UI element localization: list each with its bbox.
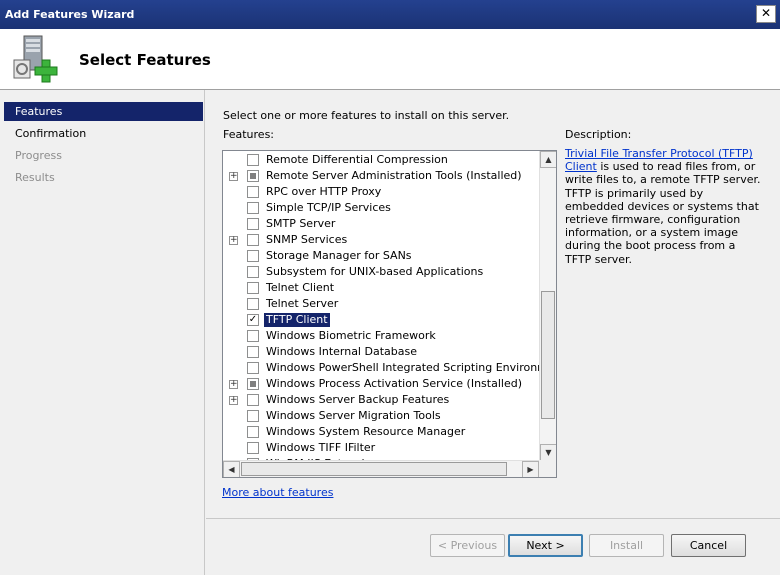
feature-label: RPC over HTTP Proxy bbox=[266, 185, 382, 198]
feature-checkbox[interactable] bbox=[247, 266, 259, 278]
feature-checkbox[interactable] bbox=[247, 170, 259, 182]
feature-label: TFTP Client bbox=[264, 313, 330, 327]
feature-row[interactable]: Telnet Client bbox=[223, 280, 539, 296]
step-results: Results bbox=[15, 171, 55, 184]
feature-row[interactable]: Windows Server Migration Tools bbox=[223, 408, 539, 424]
horizontal-scroll-thumb[interactable] bbox=[241, 462, 507, 476]
cancel-button[interactable]: Cancel bbox=[671, 534, 746, 557]
feature-checkbox[interactable] bbox=[247, 202, 259, 214]
feature-row[interactable]: RPC over HTTP Proxy bbox=[223, 184, 539, 200]
feature-row[interactable]: + Windows Process Activation Service (Ins… bbox=[223, 376, 539, 392]
wizard-header: Select Features bbox=[0, 29, 780, 90]
scroll-down-icon: ▼ bbox=[545, 448, 552, 457]
scroll-corner bbox=[539, 460, 556, 477]
vertical-scroll-thumb[interactable] bbox=[541, 291, 555, 419]
title-bar: Add Features Wizard ✕ bbox=[0, 0, 780, 29]
expand-icon[interactable]: + bbox=[229, 236, 238, 245]
scroll-right-icon: ▶ bbox=[527, 465, 534, 474]
feature-row[interactable]: + Windows Server Backup Features bbox=[223, 392, 539, 408]
feature-label: Storage Manager for SANs bbox=[266, 249, 412, 262]
install-button[interactable]: Install bbox=[589, 534, 664, 557]
feature-label: Telnet Server bbox=[266, 297, 339, 310]
scroll-up-icon: ▲ bbox=[545, 155, 552, 164]
feature-checkbox[interactable] bbox=[247, 394, 259, 406]
feature-label: Windows Process Activation Service (Inst… bbox=[266, 377, 522, 390]
feature-label: Windows Server Migration Tools bbox=[266, 409, 441, 422]
feature-label: Windows Internal Database bbox=[266, 345, 417, 358]
features-list: Remote Differential Compression + Remote S… bbox=[223, 151, 539, 461]
feature-label: Windows PowerShell Integrated Scripting … bbox=[266, 361, 539, 374]
scroll-right-button[interactable]: ▶ bbox=[522, 461, 539, 477]
features-tree[interactable]: Remote Differential Compression + Remote S… bbox=[222, 150, 557, 478]
vertical-scrollbar[interactable]: ▲ ▼ bbox=[539, 151, 556, 461]
step-features[interactable]: Features bbox=[4, 102, 203, 121]
feature-row[interactable]: Simple TCP/IP Services bbox=[223, 200, 539, 216]
feature-checkbox[interactable] bbox=[247, 330, 259, 342]
feature-checkbox[interactable] bbox=[247, 298, 259, 310]
feature-label: SMTP Server bbox=[266, 217, 336, 230]
feature-checkbox[interactable] bbox=[247, 378, 259, 390]
next-button[interactable]: Next > bbox=[508, 534, 583, 557]
feature-row[interactable]: Storage Manager for SANs bbox=[223, 248, 539, 264]
feature-checkbox[interactable] bbox=[247, 410, 259, 422]
feature-label: Subsystem for UNIX-based Applications bbox=[266, 265, 484, 278]
scroll-down-button[interactable]: ▼ bbox=[540, 444, 556, 461]
feature-row[interactable]: ✓ TFTP Client bbox=[223, 312, 539, 328]
feature-checkbox[interactable] bbox=[247, 346, 259, 358]
feature-checkbox[interactable] bbox=[247, 442, 259, 454]
footer-divider bbox=[206, 518, 780, 519]
feature-checkbox[interactable] bbox=[247, 186, 259, 198]
feature-label: Windows TIFF IFilter bbox=[266, 441, 376, 454]
features-label: Features: bbox=[223, 128, 275, 141]
feature-label: Windows Server Backup Features bbox=[266, 393, 450, 406]
feature-checkbox[interactable] bbox=[247, 282, 259, 294]
feature-checkbox[interactable] bbox=[247, 218, 259, 230]
step-progress: Progress bbox=[15, 149, 62, 162]
feature-row[interactable]: + SNMP Services bbox=[223, 232, 539, 248]
feature-row[interactable]: Windows TIFF IFilter bbox=[223, 440, 539, 456]
feature-checkbox[interactable] bbox=[247, 426, 259, 438]
wizard-steps: Features Confirmation Progress Results bbox=[0, 90, 205, 575]
window-title: Add Features Wizard bbox=[5, 8, 135, 21]
expand-icon[interactable]: + bbox=[229, 396, 238, 405]
scroll-left-button[interactable]: ◀ bbox=[223, 461, 240, 477]
feature-row[interactable]: Windows Biometric Framework bbox=[223, 328, 539, 344]
feature-row[interactable]: Windows Internal Database bbox=[223, 344, 539, 360]
feature-row[interactable]: Remote Differential Compression bbox=[223, 152, 539, 168]
feature-checkbox[interactable] bbox=[247, 250, 259, 262]
feature-label: Telnet Client bbox=[266, 281, 335, 294]
feature-checkbox[interactable]: ✓ bbox=[247, 314, 259, 326]
feature-label: Windows System Resource Manager bbox=[266, 425, 466, 438]
previous-button[interactable]: < Previous bbox=[430, 534, 505, 557]
feature-row[interactable]: SMTP Server bbox=[223, 216, 539, 232]
scroll-up-button[interactable]: ▲ bbox=[540, 151, 556, 168]
close-button[interactable]: ✕ bbox=[756, 5, 776, 23]
feature-label: Simple TCP/IP Services bbox=[266, 201, 391, 214]
feature-checkbox[interactable] bbox=[247, 362, 259, 374]
server-add-icon bbox=[13, 35, 58, 83]
feature-label: SNMP Services bbox=[266, 233, 348, 246]
horizontal-scrollbar[interactable]: ◀ ▶ bbox=[223, 460, 539, 477]
feature-label: Remote Differential Compression bbox=[266, 153, 448, 166]
expand-icon[interactable]: + bbox=[229, 172, 238, 181]
feature-label: Remote Server Administration Tools (Inst… bbox=[266, 169, 522, 182]
intro-text: Select one or more features to install o… bbox=[223, 109, 510, 122]
feature-row[interactable]: Telnet Server bbox=[223, 296, 539, 312]
page-title: Select Features bbox=[79, 51, 211, 69]
expand-icon[interactable]: + bbox=[229, 380, 238, 389]
feature-row[interactable]: Windows PowerShell Integrated Scripting … bbox=[223, 360, 539, 376]
feature-label: Windows Biometric Framework bbox=[266, 329, 436, 342]
feature-row[interactable]: Subsystem for UNIX-based Applications bbox=[223, 264, 539, 280]
more-about-features-link[interactable]: More about features bbox=[222, 486, 333, 499]
description-label: Description: bbox=[565, 128, 632, 141]
feature-row[interactable]: Windows System Resource Manager bbox=[223, 424, 539, 440]
description-text: is used to read files from, or write fil… bbox=[565, 160, 761, 266]
feature-row[interactable]: + Remote Server Administration Tools (Ins… bbox=[223, 168, 539, 184]
feature-checkbox[interactable] bbox=[247, 234, 259, 246]
step-confirmation[interactable]: Confirmation bbox=[4, 124, 203, 143]
scroll-left-icon: ◀ bbox=[228, 465, 235, 474]
close-icon: ✕ bbox=[760, 6, 772, 20]
feature-checkbox[interactable] bbox=[247, 154, 259, 166]
description-body: Trivial File Transfer Protocol (TFTP) Cl… bbox=[565, 147, 765, 266]
